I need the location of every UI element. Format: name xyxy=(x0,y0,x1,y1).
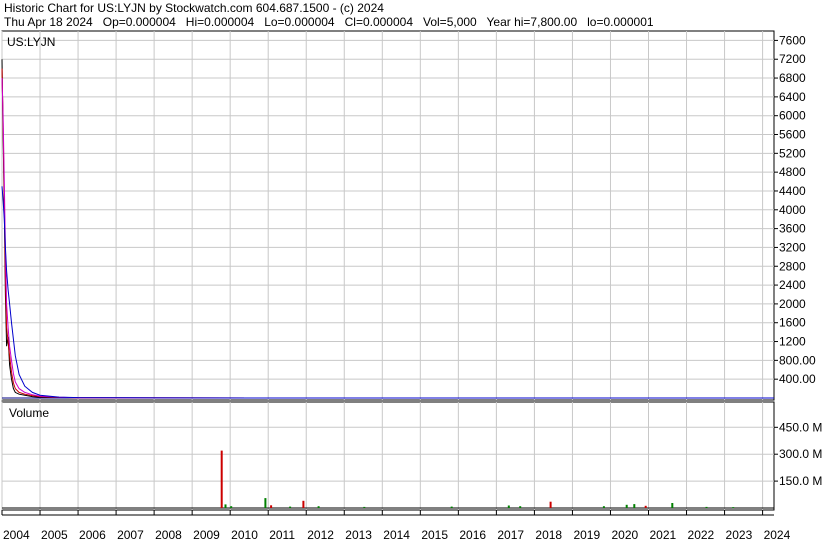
price-y-tick-label: 4000 xyxy=(779,203,806,217)
volume-bar xyxy=(317,506,320,508)
x-tick-label: 2012 xyxy=(307,528,334,542)
x-tick-label: 2019 xyxy=(573,528,600,542)
price-y-tick-label: 7200 xyxy=(779,52,806,66)
price-y-tick-label: 5200 xyxy=(779,146,806,160)
volume-bar xyxy=(732,507,735,509)
volume-panel-title: Volume xyxy=(9,406,49,420)
volume-bar xyxy=(220,450,223,508)
x-tick-label: 2022 xyxy=(688,528,715,542)
price-y-tick-label: 6800 xyxy=(779,71,806,85)
volume-bar xyxy=(289,506,292,508)
x-tick-label: 2021 xyxy=(650,528,677,542)
volume-bar xyxy=(230,506,233,508)
price-y-tick-label: 800.00 xyxy=(779,353,816,367)
volume-panel xyxy=(1,401,775,511)
volume-bar xyxy=(625,504,628,508)
x-tick-label: 2015 xyxy=(421,528,448,542)
x-tick-label: 2013 xyxy=(345,528,372,542)
x-tick-label: 2010 xyxy=(231,528,258,542)
volume-y-axis: 150.0 M 300.0 M 450.0 M xyxy=(774,420,822,488)
x-tick-label: 2017 xyxy=(497,528,524,542)
price-y-tick-label: 6000 xyxy=(779,109,806,123)
x-tick-label: 2020 xyxy=(611,528,638,542)
price-panel xyxy=(1,30,775,401)
stock-chart: 400.00 800.00 1200 1600 2000 2400 2800 3200 3600… xyxy=(1,30,822,542)
price-y-tick-label: 4800 xyxy=(779,165,806,179)
volume-bar xyxy=(633,504,636,508)
x-tick-label: 2004 xyxy=(3,528,30,542)
volume-bar xyxy=(705,506,708,508)
x-tick-label: 2023 xyxy=(726,528,753,542)
volume-bar xyxy=(519,506,522,508)
volume-bar xyxy=(450,506,453,508)
volume-bar xyxy=(602,506,605,508)
price-y-tick-label: 1600 xyxy=(779,316,806,330)
x-axis: 2004 2005 2006 2007 2008 2009 2010 2011 2012 2013… xyxy=(1,510,791,542)
price-y-tick-label: 400.00 xyxy=(779,372,816,386)
price-y-tick-label: 3600 xyxy=(779,222,806,236)
x-tick-label: 2024 xyxy=(764,528,791,542)
volume-bar xyxy=(264,498,267,508)
price-y-tick-label: 2000 xyxy=(779,297,806,311)
x-tick-label: 2008 xyxy=(155,528,182,542)
x-tick-label: 2009 xyxy=(193,528,220,542)
volume-bar xyxy=(302,500,305,508)
volume-y-tick-label: 450.0 M xyxy=(779,420,822,434)
price-y-tick-label: 2400 xyxy=(779,278,806,292)
x-tick-label: 2006 xyxy=(79,528,106,542)
price-y-tick-label: 3200 xyxy=(779,240,806,254)
volume-bar xyxy=(507,505,510,508)
price-y-axis: 400.00 800.00 1200 1600 2000 2400 2800 3200 3600… xyxy=(774,33,816,386)
price-y-tick-label: 2800 xyxy=(779,259,806,273)
price-panel-title: US:LYJN xyxy=(7,35,55,49)
price-y-tick-label: 6400 xyxy=(779,90,806,104)
price-y-tick-label: 7600 xyxy=(779,33,806,47)
volume-y-tick-label: 300.0 M xyxy=(779,447,822,461)
volume-bar xyxy=(671,503,674,508)
x-tick-label: 2007 xyxy=(117,528,144,542)
x-tick-label: 2016 xyxy=(459,528,486,542)
volume-bar xyxy=(549,501,552,508)
volume-y-tick-label: 150.0 M xyxy=(779,474,822,488)
volume-bar xyxy=(644,505,647,508)
volume-bar xyxy=(224,504,227,508)
x-tick-label: 2014 xyxy=(383,528,410,542)
volume-bar xyxy=(270,505,273,508)
volume-bar xyxy=(363,506,366,508)
x-tick-label: 2011 xyxy=(269,528,295,542)
price-y-tick-label: 1200 xyxy=(779,335,806,349)
x-tick-label: 2018 xyxy=(535,528,562,542)
x-tick-label: 2005 xyxy=(41,528,68,542)
price-y-tick-label: 4400 xyxy=(779,184,806,198)
price-y-tick-label: 5600 xyxy=(779,128,806,142)
